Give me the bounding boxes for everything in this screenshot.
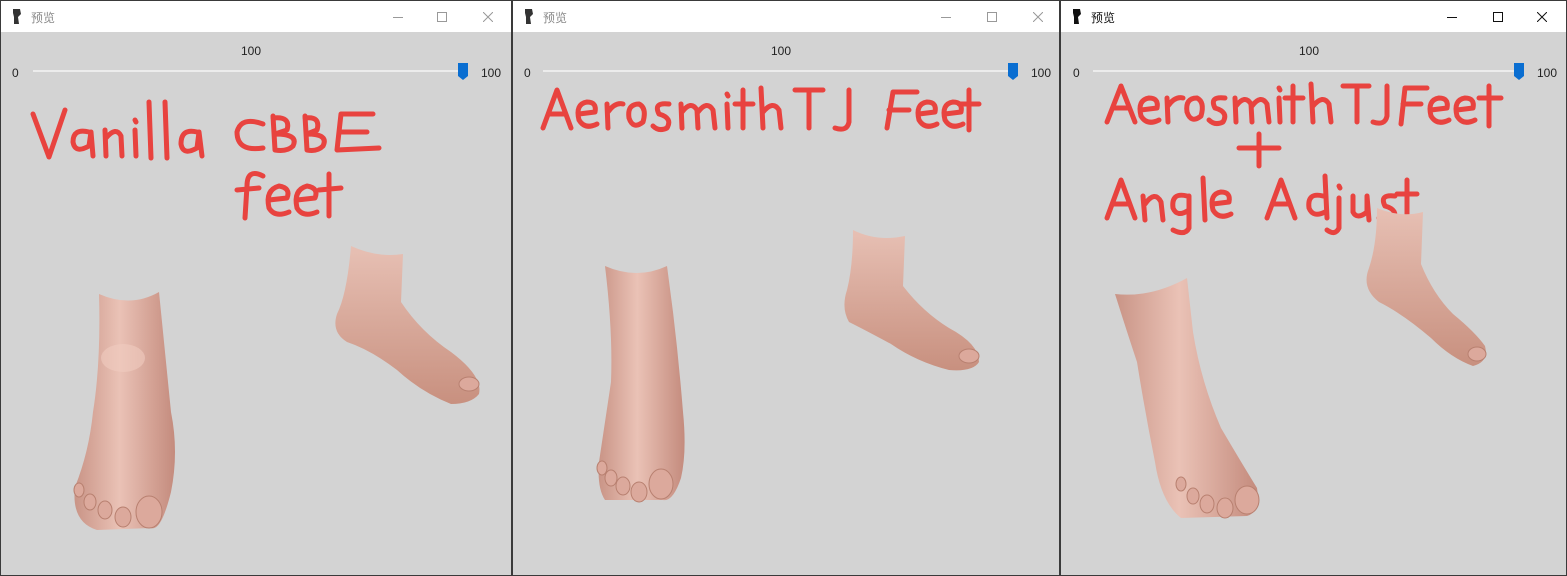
close-icon <box>1537 11 1547 22</box>
preview-window-3: 预览 100 0 100 <box>1060 0 1567 576</box>
close-button[interactable] <box>1519 1 1565 32</box>
close-icon <box>483 11 493 22</box>
handwritten-annotation <box>540 85 982 133</box>
title-bar[interactable]: 预览 <box>1 1 511 32</box>
preview-window-2: 预览 100 0 100 <box>512 0 1060 576</box>
maximize-button[interactable] <box>969 1 1015 32</box>
side-foot <box>335 246 480 404</box>
handwritten-annotation <box>1104 81 1504 236</box>
maximize-button[interactable] <box>419 1 465 32</box>
side-foot <box>1366 208 1487 366</box>
minimize-button[interactable] <box>1429 1 1475 32</box>
front-foot <box>73 292 175 530</box>
minimize-button[interactable] <box>375 1 421 32</box>
window-title: 预览 <box>31 11 56 25</box>
maximize-button[interactable] <box>1475 1 1521 32</box>
close-button[interactable] <box>1015 1 1059 32</box>
feet-render <box>30 99 480 530</box>
window-title: 预览 <box>543 11 568 25</box>
app-icon <box>525 9 533 24</box>
title-bar[interactable]: 预览 <box>513 1 1059 32</box>
maximize-icon <box>437 11 447 22</box>
title-bar[interactable]: 预览 <box>1061 1 1566 32</box>
close-icon <box>1033 11 1043 22</box>
minimize-icon <box>1447 16 1457 18</box>
minimize-icon <box>941 16 951 18</box>
preview-viewport[interactable]: 100 0 100 <box>513 32 1059 575</box>
minimize-button[interactable] <box>923 1 969 32</box>
front-foot <box>1115 278 1260 519</box>
close-button[interactable] <box>465 1 511 32</box>
preview-viewport[interactable]: 100 0 100 <box>1 32 511 575</box>
side-foot <box>844 230 980 371</box>
app-icon <box>1073 9 1081 24</box>
preview-window-1: 预览 100 0 100 <box>0 0 512 576</box>
front-foot <box>596 266 685 503</box>
app-icon <box>13 9 21 24</box>
feet-render <box>540 85 982 503</box>
maximize-icon <box>1493 11 1503 22</box>
preview-viewport[interactable]: 100 0 100 <box>1061 32 1566 575</box>
maximize-icon <box>987 11 997 22</box>
feet-render <box>1104 81 1504 519</box>
minimize-icon <box>393 16 403 18</box>
window-title: 预览 <box>1091 11 1116 25</box>
handwritten-annotation <box>30 99 382 221</box>
